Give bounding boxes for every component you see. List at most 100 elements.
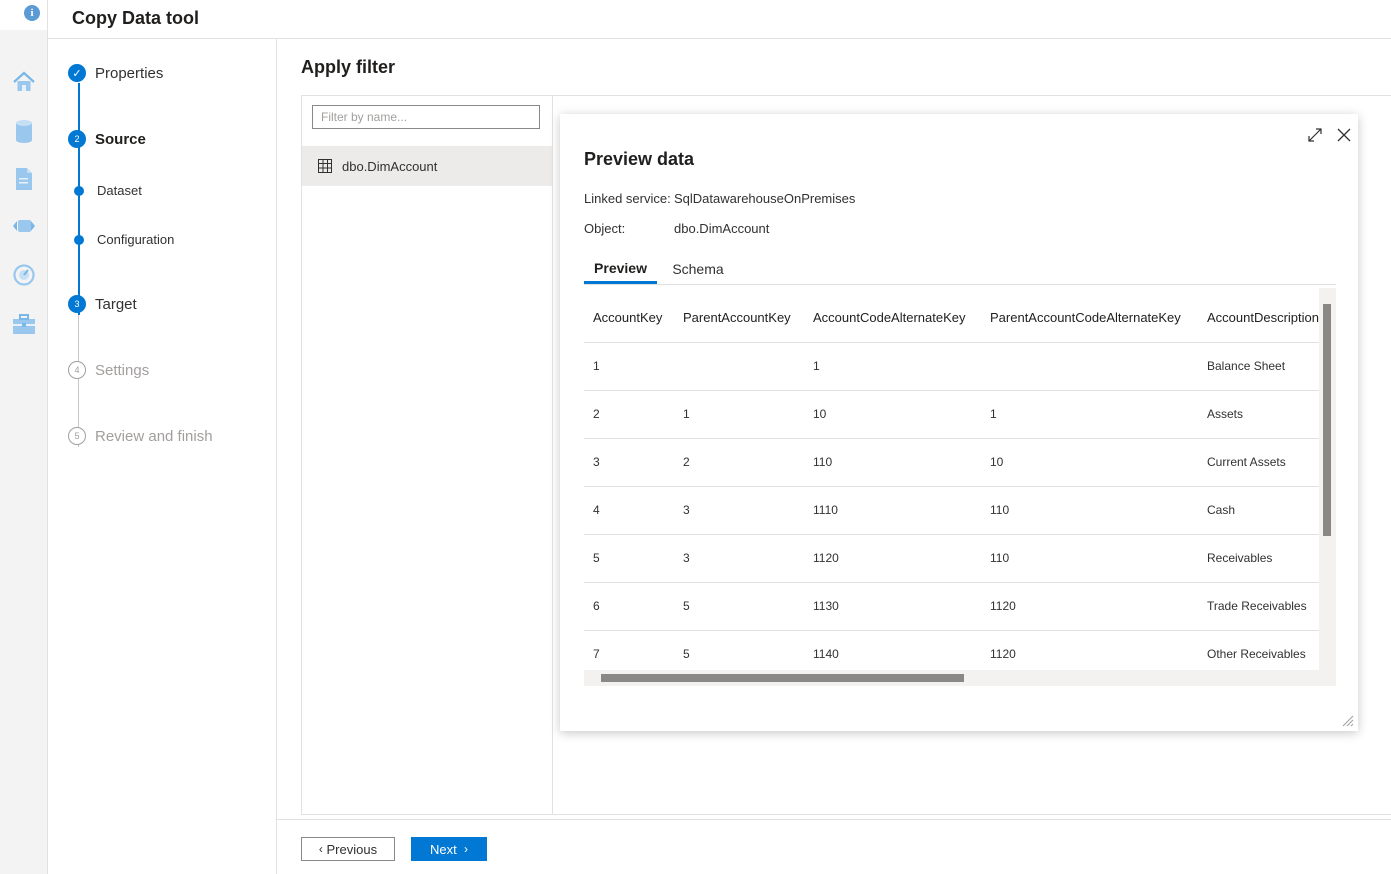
previous-button[interactable]: ‹ Previous — [301, 837, 395, 861]
object-value: dbo.DimAccount — [674, 221, 770, 236]
table-cell: 1 — [813, 359, 820, 373]
step-label: Review and finish — [95, 427, 213, 445]
step-label: Source — [95, 130, 146, 148]
object-label: Object: — [584, 221, 626, 236]
table-cell: 10 — [813, 407, 827, 421]
rail-top: i — [0, 0, 47, 30]
document-icon[interactable] — [10, 165, 38, 193]
next-label: Next — [430, 841, 457, 857]
table-cell: 1120 — [990, 599, 1016, 613]
filter-panel: dbo.DimAccount Preview data Linked servi… — [301, 95, 1391, 815]
substep-configuration[interactable]: Configuration — [74, 232, 174, 247]
table-cell: 1 — [593, 359, 600, 373]
home-icon[interactable] — [10, 68, 38, 96]
linked-service-label: Linked service: — [584, 191, 671, 206]
table-cell: Current Assets — [1207, 455, 1286, 469]
object-list: dbo.DimAccount — [302, 96, 553, 814]
toolbox-icon[interactable] — [10, 310, 38, 338]
table-cell: 10 — [990, 455, 1004, 469]
preview-tabs: Preview Schema — [584, 254, 1336, 285]
table-cell: 2 — [683, 455, 690, 469]
table-row: 4 3 1110 110 Cash — [584, 486, 1319, 535]
substep-dataset[interactable]: Dataset — [74, 183, 142, 198]
monitor-icon[interactable] — [10, 261, 38, 289]
data-grid-body: AccountKey ParentAccountKey AccountCodeA… — [584, 288, 1319, 670]
linked-service-value: SqlDatawarehouseOnPremises — [674, 191, 856, 206]
chevron-left-icon: ‹ — [318, 842, 323, 856]
column-header: AccountKey — [593, 310, 663, 325]
table-cell: Assets — [1207, 407, 1244, 421]
title-bar: Copy Data tool — [48, 0, 1391, 39]
table-cell: 1120 — [990, 647, 1016, 661]
step-label: Settings — [95, 361, 150, 379]
main-content: Apply filter dbo.DimAccount — [277, 39, 1391, 874]
list-item[interactable]: dbo.DimAccount — [302, 146, 552, 186]
app-title: Copy Data tool — [72, 8, 200, 28]
preview-dialog: Preview data Linked service: SqlDataware… — [560, 114, 1358, 731]
substep-label: Configuration — [97, 232, 175, 247]
table-cell: 1 — [683, 407, 690, 421]
expand-icon[interactable] — [1304, 124, 1326, 146]
step-number: 5 — [68, 427, 86, 445]
substep-dot — [74, 234, 84, 245]
data-grid: AccountKey ParentAccountKey AccountCodeA… — [584, 288, 1336, 686]
table-cell: 110 — [813, 455, 833, 469]
left-rail: i — [0, 0, 48, 874]
step-label: Properties — [95, 64, 164, 82]
vertical-scrollbar[interactable] — [1323, 304, 1331, 536]
progress-line — [78, 83, 80, 315]
table-cell: Balance Sheet — [1207, 359, 1286, 373]
table-cell: 110 — [990, 551, 1010, 565]
database-icon[interactable] — [10, 117, 38, 145]
horizontal-scrollbar[interactable] — [601, 674, 964, 682]
chevron-right-icon: › — [463, 842, 468, 856]
close-icon[interactable] — [1333, 124, 1355, 146]
step-settings: 4 Settings — [68, 361, 149, 379]
resize-grip-icon[interactable] — [1340, 713, 1354, 727]
step-number: 3 — [68, 295, 86, 313]
table-cell: 110 — [990, 503, 1010, 517]
table-cell: 5 — [683, 647, 690, 661]
page-title: Apply filter — [301, 57, 396, 77]
table-cell: 7 — [593, 647, 600, 661]
pipeline-icon[interactable] — [10, 212, 38, 240]
table-cell: 1130 — [813, 599, 839, 613]
tab-preview[interactable]: Preview — [584, 254, 657, 284]
wizard-steps: ✓ Properties 2 Source Dataset Configurat… — [48, 39, 277, 874]
list-item-label: dbo.DimAccount — [342, 158, 438, 174]
table-cell: 1140 — [813, 647, 839, 661]
table-cell: 6 — [593, 599, 600, 613]
table-cell: Cash — [1207, 503, 1236, 517]
column-header: AccountDescription — [1207, 310, 1319, 325]
step-source[interactable]: 2 Source — [68, 130, 146, 148]
table-cell: 3 — [683, 551, 690, 565]
table-cell: 3 — [683, 503, 690, 517]
table-row: 6 5 1130 1120 Trade Receivables — [584, 582, 1319, 631]
table-cell: 4 — [593, 503, 600, 517]
table-cell: 1120 — [813, 551, 839, 565]
info-icon[interactable]: i — [24, 5, 40, 21]
step-label: Target — [95, 295, 137, 313]
next-button[interactable]: Next › — [411, 837, 487, 861]
step-number: 2 — [68, 130, 86, 148]
table-cell: 2 — [593, 407, 600, 421]
table-cell: 1110 — [813, 503, 838, 517]
table-cell: 5 — [593, 551, 600, 565]
table-cell: 3 — [593, 455, 600, 469]
filter-input[interactable] — [312, 105, 540, 129]
previous-label: Previous — [326, 841, 378, 857]
table-cell: Trade Receivables — [1207, 599, 1307, 613]
column-header: AccountCodeAlternateKey — [813, 310, 966, 325]
column-header: ParentAccountKey — [683, 310, 791, 325]
table-cell: Receivables — [1207, 551, 1273, 565]
check-icon: ✓ — [68, 64, 86, 82]
table-row: 5 3 1120 110 Receivables — [584, 534, 1319, 583]
tab-schema[interactable]: Schema — [664, 254, 732, 284]
table-row: 7 5 1140 1120 Other Receivables — [584, 630, 1319, 670]
step-target[interactable]: 3 Target — [68, 295, 137, 313]
table-row: 3 2 110 10 Current Assets — [584, 438, 1319, 487]
step-review: 5 Review and finish — [68, 427, 213, 445]
step-properties[interactable]: ✓ Properties — [68, 64, 163, 82]
table-row: 2 1 10 1 Assets — [584, 390, 1319, 439]
substep-label: Dataset — [97, 183, 142, 198]
